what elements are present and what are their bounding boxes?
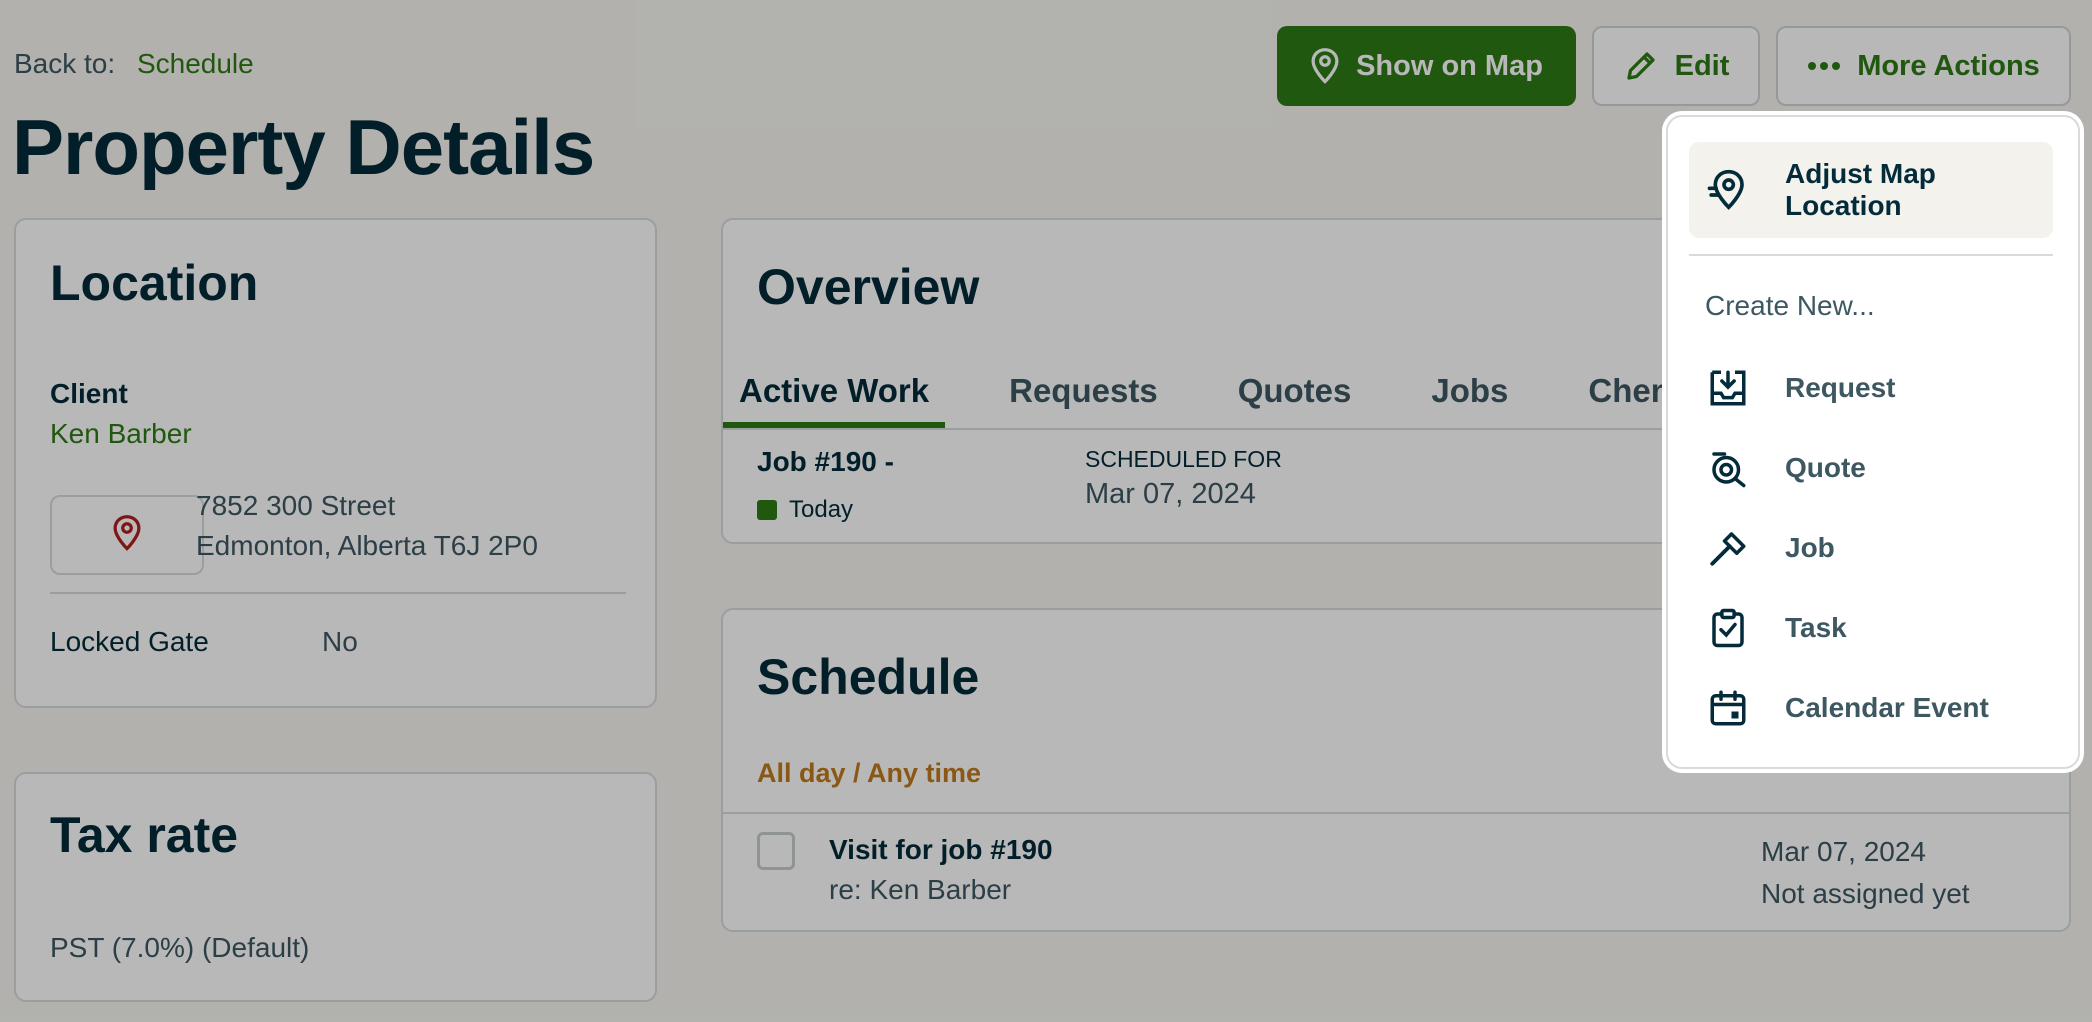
quote-calculator-icon xyxy=(1707,447,1769,489)
menu-item-adjust-map-location[interactable]: Adjust Map Location xyxy=(1689,142,2053,238)
hammer-icon xyxy=(1707,527,1769,569)
more-actions-menu: Adjust Map Location Create New... Reques… xyxy=(1666,115,2080,769)
menu-item-task[interactable]: Task xyxy=(1689,594,2053,662)
map-pin-adjust-icon xyxy=(1707,168,1747,217)
quote-label: Quote xyxy=(1785,452,1866,483)
adjust-map-location-label: Adjust Map Location xyxy=(1785,158,1936,221)
inbox-download-icon xyxy=(1707,367,1769,409)
job-label: Job xyxy=(1785,532,1835,563)
create-new-heading: Create New... xyxy=(1705,290,1875,321)
menu-item-calendar-event[interactable]: Calendar Event xyxy=(1689,674,2053,742)
menu-divider xyxy=(1689,254,2053,256)
clipboard-check-icon xyxy=(1707,607,1769,649)
calendar-event-label: Calendar Event xyxy=(1785,692,1989,723)
calendar-icon xyxy=(1707,687,1769,729)
request-label: Request xyxy=(1785,372,1896,403)
menu-item-job[interactable]: Job xyxy=(1689,514,2053,582)
menu-item-request[interactable]: Request xyxy=(1689,354,2053,422)
menu-item-quote[interactable]: Quote xyxy=(1689,434,2053,502)
page: Back to: Schedule Property Details Show … xyxy=(0,0,2092,1022)
task-label: Task xyxy=(1785,612,1847,643)
